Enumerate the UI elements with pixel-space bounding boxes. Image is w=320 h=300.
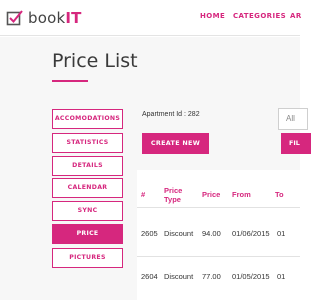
title-underline [52, 80, 88, 82]
filter-select[interactable]: All [278, 108, 308, 130]
sidebar-item-accomodations[interactable]: ACCOMODATIONS [52, 109, 123, 129]
logo-text: bookIT [28, 9, 82, 27]
table-divider [137, 256, 300, 257]
table-divider [137, 207, 300, 208]
cell-id: 2605 [141, 229, 158, 238]
logo[interactable]: bookIT [6, 8, 82, 28]
cell-from: 01/06/2015 [232, 229, 270, 238]
logo-text-suffix: IT [65, 9, 82, 27]
column-header-from: From [232, 190, 251, 199]
nav-categories-link[interactable]: CATEGORIES [233, 12, 286, 20]
cell-to: 01 [277, 272, 286, 281]
apartment-id-label: Apartment Id : 282 [142, 111, 200, 118]
cell-price: 94.00 [202, 229, 221, 238]
create-new-button[interactable]: CREATE NEW [142, 133, 209, 154]
nav-home-link[interactable]: HOME [200, 12, 225, 20]
column-header-to: To [275, 190, 284, 199]
column-header-id: # [141, 190, 146, 199]
sidebar-item-price[interactable]: PRICE [52, 224, 123, 244]
sidebar-item-statistics[interactable]: STATISTICS [52, 133, 123, 153]
checkbox-icon [6, 10, 23, 26]
column-header-price-type: Price Type [164, 186, 182, 204]
logo-text-prefix: book [28, 9, 66, 27]
column-header-price-type-line2: Type [164, 195, 181, 204]
cell-to: 01 [277, 229, 286, 238]
sidebar-item-details[interactable]: DETAILS [52, 156, 123, 176]
sidebar-item-pictures[interactable]: PICTURES [52, 248, 123, 268]
column-header-price-type-line1: Price [164, 186, 183, 195]
cell-id: 2604 [141, 272, 158, 281]
filter-button[interactable]: FIL [281, 133, 311, 154]
cell-price: 77.00 [202, 272, 221, 281]
cell-price-type: Discount [164, 229, 194, 238]
sidebar-item-sync[interactable]: SYNC [52, 201, 123, 221]
sidebar-item-calendar[interactable]: CALENDAR [52, 178, 123, 198]
nav-ar-link[interactable]: AR [290, 12, 302, 20]
page-title: Price List [52, 50, 138, 72]
cell-from: 01/05/2015 [232, 272, 270, 281]
top-navbar: bookIT HOME CATEGORIES AR [0, 0, 302, 36]
cell-price-type: Discount [164, 272, 194, 281]
column-header-price: Price [202, 190, 221, 199]
